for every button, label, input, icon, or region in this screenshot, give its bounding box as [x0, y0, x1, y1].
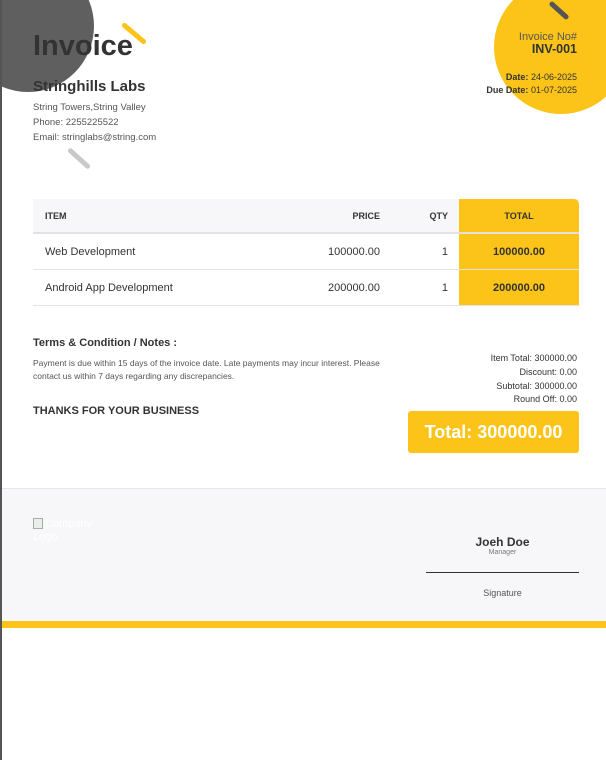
column-header-item: ITEM — [45, 210, 67, 221]
column-header-price: PRICE — [352, 210, 380, 221]
date-label: Date: — [505, 72, 529, 82]
column-header-total: TOTAL — [459, 199, 579, 232]
footer: Company Logo Joeh Doe Manager Signature — [2, 488, 606, 621]
company-logo: Company Logo — [33, 518, 103, 548]
signer-role: Manager — [488, 549, 517, 556]
subtotal-summary: Subtotal: 300000.00 — [496, 381, 577, 391]
discount-summary: Discount: 0.00 — [519, 367, 577, 377]
due-date-label: Due Date: — [486, 85, 529, 95]
decorative-gray-dash — [66, 147, 92, 170]
signer-name: Joeh Doe — [475, 535, 530, 549]
column-header-qty: QTY — [429, 210, 448, 221]
invoice-page: Invoice Stringhills Labs String Towers,S… — [0, 0, 606, 760]
items-table: ITEM PRICE QTY TOTAL Web Development 100… — [33, 199, 579, 306]
decorative-yellow-circle — [494, 0, 606, 114]
company-phone: Phone: 2255225522 — [33, 117, 119, 128]
invoice-number: INV-001 — [531, 42, 577, 56]
item-price: 200000.00 — [328, 281, 380, 294]
company-email: Email: stringlabs@string.com — [33, 132, 157, 143]
item-name: Web Development — [45, 245, 136, 258]
table-row: Android App Development 200000.00 1 2000… — [33, 270, 579, 306]
item-qty: 1 — [441, 245, 448, 258]
table-header: ITEM PRICE QTY TOTAL — [33, 199, 579, 234]
date-value: 24-06-2025 — [530, 72, 577, 82]
table-row: Web Development 100000.00 1 100000.00 — [33, 234, 579, 270]
item-name: Android App Development — [45, 281, 173, 294]
item-total: 200000.00 — [459, 270, 579, 305]
signature-line — [426, 572, 579, 573]
item-total: 100000.00 — [459, 234, 579, 269]
terms-title: Terms & Condition / Notes : — [33, 337, 178, 349]
thanks-message: THANKS FOR YOUR BUSINESS — [33, 405, 200, 417]
invoice-title: Invoice — [33, 30, 133, 62]
due-date: Due Date: 01-07-2025 — [486, 85, 577, 95]
item-qty: 1 — [441, 281, 448, 294]
grand-total: Total: 300000.00 — [408, 411, 579, 453]
company-address: String Towers,String Valley — [33, 102, 146, 113]
terms-text: Payment is due within 15 days of the inv… — [33, 358, 380, 381]
broken-image-icon — [33, 518, 43, 529]
signature-label: Signature — [483, 588, 522, 598]
invoice-date: Date: 24-06-2025 — [506, 72, 577, 82]
item-price: 100000.00 — [328, 245, 380, 258]
round-off-summary: Round Off: 0.00 — [513, 394, 577, 404]
item-total-summary: Item Total: 300000.00 — [490, 353, 577, 363]
footer-accent-band — [2, 621, 606, 628]
company-name: Stringhills Labs — [33, 78, 146, 95]
due-date-value: 01-07-2025 — [530, 85, 577, 95]
